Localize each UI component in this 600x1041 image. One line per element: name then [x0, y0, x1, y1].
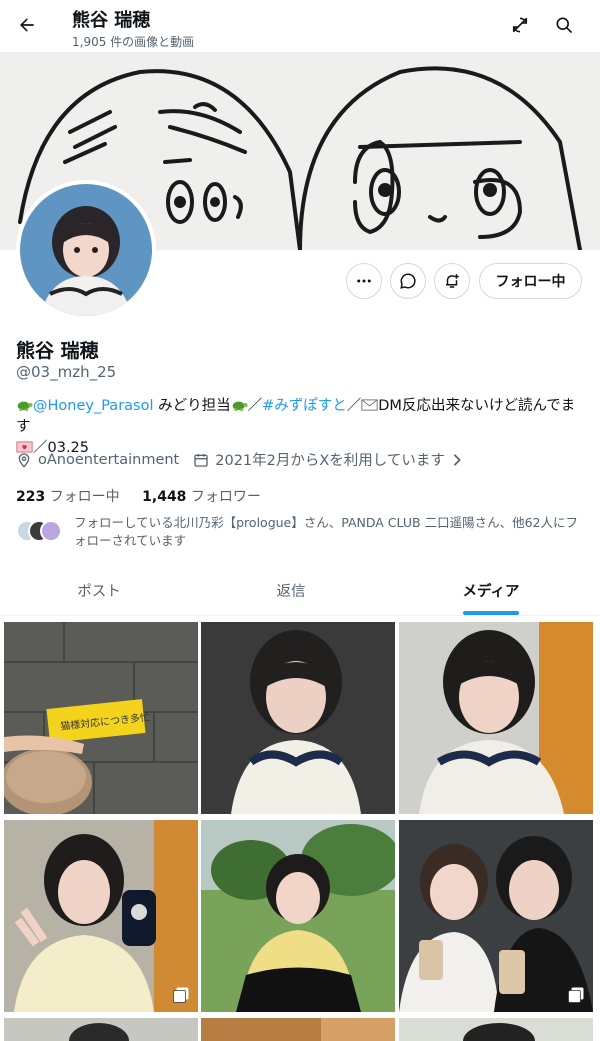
tab-posts[interactable]: ポスト: [0, 564, 198, 616]
profile-location: oAnoentertainment: [16, 452, 179, 468]
media-count: 1,905 件の画像と動画: [72, 35, 195, 49]
location-icon: [18, 452, 30, 468]
follower-avatars: [16, 520, 64, 542]
back-button[interactable]: [12, 10, 42, 40]
followed-by-text: フォローしている北川乃彩【prologue】さん、PANDA CLUB 二口遥陽…: [74, 515, 578, 548]
media-photo: [399, 622, 593, 814]
media-photo: [201, 1018, 395, 1041]
media-item[interactable]: 猫様対応につき多忙: [4, 622, 198, 814]
turtle-icon: [232, 401, 248, 411]
chevron-right-icon: [453, 453, 461, 466]
more-icon: [357, 279, 371, 283]
active-tab-indicator: [463, 611, 519, 615]
followers-link[interactable]: 1,448 フォロワー: [142, 489, 261, 505]
bio-separator: ／: [346, 398, 362, 414]
multiple-images-icon: [568, 987, 584, 1003]
media-photo: [399, 1018, 593, 1041]
media-item[interactable]: [399, 1018, 593, 1041]
avatar: [40, 520, 62, 542]
tab-media[interactable]: メディア: [392, 564, 590, 616]
refresh-button[interactable]: [506, 11, 534, 39]
top-bar: 熊谷 瑞穂 1,905 件の画像と動画: [0, 0, 600, 52]
calendar-icon: [194, 453, 208, 467]
profile-joined[interactable]: 2021年2月からXを利用しています: [193, 449, 469, 470]
media-item[interactable]: [399, 820, 593, 1012]
message-icon: [400, 273, 416, 289]
media-photo: [399, 820, 593, 1012]
notification-plus-icon: [446, 274, 459, 288]
multiple-images-icon: [173, 987, 189, 1003]
profile-meta: oAnoentertainment 2021年2月からXを利用しています: [16, 449, 469, 470]
arrow-left-icon: [20, 18, 34, 32]
more-button[interactable]: [346, 263, 382, 299]
message-button[interactable]: [390, 263, 426, 299]
search-button[interactable]: [550, 11, 578, 39]
notify-button[interactable]: [434, 263, 470, 299]
media-photo: [201, 622, 395, 814]
tab-replies[interactable]: 返信: [192, 564, 390, 616]
media-item[interactable]: [399, 622, 593, 814]
media-item[interactable]: [4, 1018, 198, 1041]
bio-text: みどり担当: [153, 398, 231, 414]
refresh-off-icon: [512, 17, 528, 33]
follow-counts: 223 フォロー中 1,448 フォロワー: [16, 486, 261, 506]
media-item[interactable]: [201, 820, 395, 1012]
media-photo: [4, 820, 198, 1012]
following-link[interactable]: 223 フォロー中: [16, 489, 120, 505]
profile-tabs: ポスト 返信 メディア: [0, 564, 600, 616]
bio-separator: ／: [247, 398, 263, 414]
bio-hashtag-link[interactable]: #みずぽすと: [262, 398, 347, 414]
media-item[interactable]: [4, 820, 198, 1012]
page-title: 熊谷 瑞穂: [72, 10, 151, 31]
media-photo: [201, 820, 395, 1012]
envelope-icon: [361, 399, 378, 411]
media-photo: [4, 1018, 198, 1041]
media-photo: 猫様対応につき多忙: [4, 622, 198, 814]
profile-name: 熊谷 瑞穂: [16, 340, 99, 362]
profile-handle: @03_mzh_25: [16, 363, 117, 381]
bio-mention-link[interactable]: @Honey_Parasol: [33, 398, 154, 414]
following-button[interactable]: フォロー中: [479, 263, 582, 299]
search-icon: [556, 17, 573, 34]
avatar[interactable]: [16, 180, 156, 320]
avatar-photo: [20, 184, 152, 316]
media-item[interactable]: [201, 622, 395, 814]
media-item[interactable]: [201, 1018, 395, 1041]
turtle-icon: [17, 401, 33, 411]
